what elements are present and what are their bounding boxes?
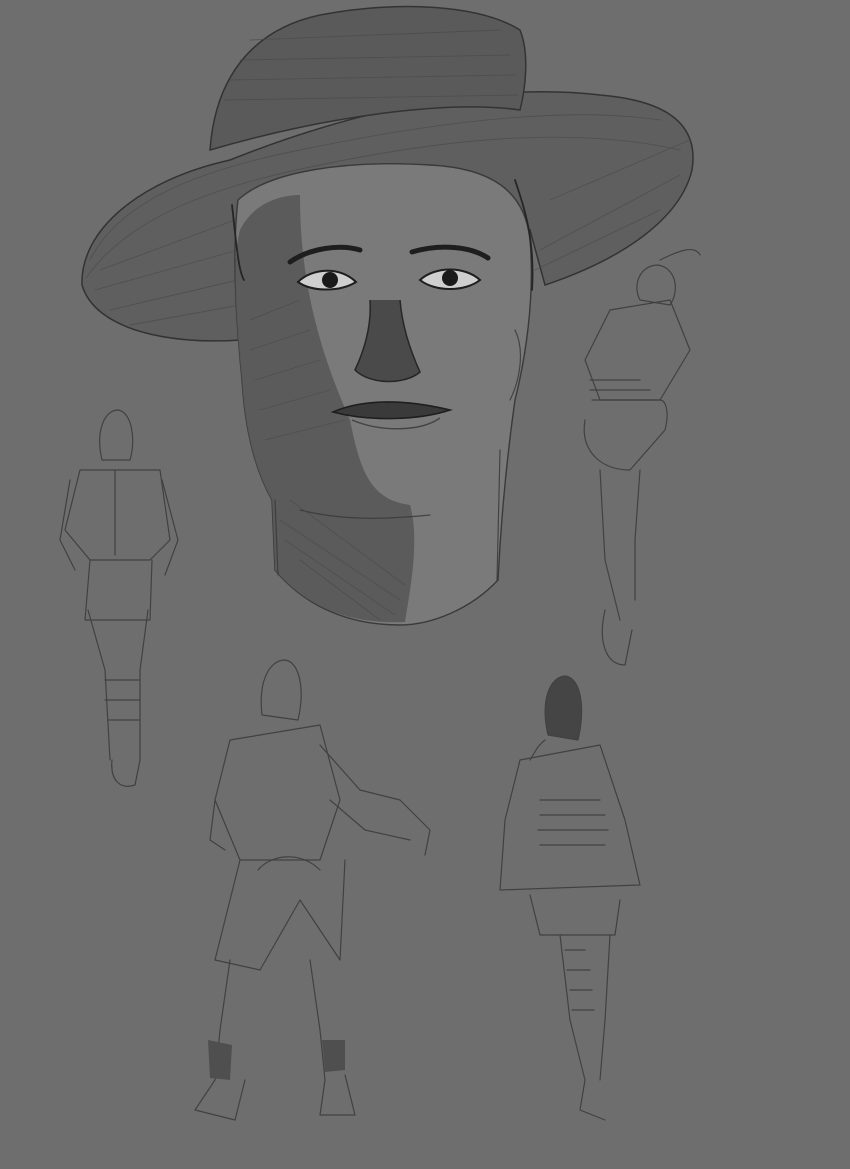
figure-left-head [99, 409, 134, 461]
iris-right [442, 270, 458, 286]
figure-sketch-bottom-right [499, 675, 641, 1121]
figure-sketch-left [59, 409, 179, 787]
figure-br-head [544, 675, 583, 741]
figure-bl-leg-shade-left [208, 1040, 232, 1080]
figure-bl-leg-shade-right [322, 1040, 345, 1072]
figure-sketch-right [583, 248, 701, 666]
figure-right-head [636, 264, 676, 306]
sketch-canvas [0, 0, 850, 1169]
portrait-with-hat [81, 5, 694, 626]
figure-bl-head [260, 659, 302, 721]
figure-sketch-bottom-left [194, 659, 431, 1121]
iris-left [322, 272, 338, 288]
sketch-artwork [59, 5, 701, 1121]
